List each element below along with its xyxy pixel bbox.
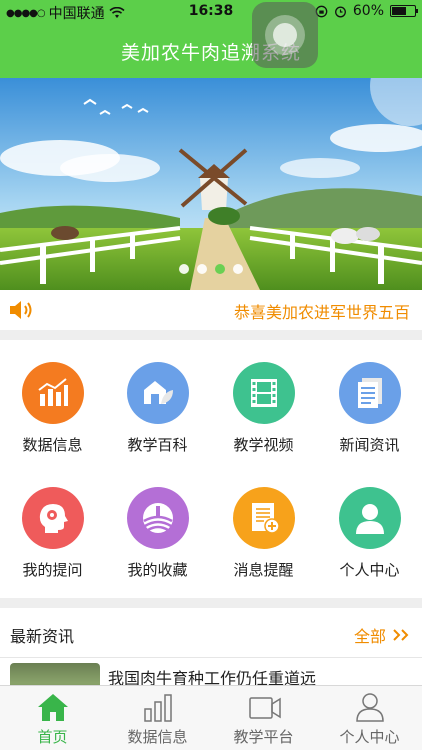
home-icon xyxy=(38,694,68,721)
grid-item-label: 教学百科 xyxy=(127,436,188,454)
tab-label: 数据信息 xyxy=(127,728,188,746)
status-right: 60% xyxy=(315,3,418,19)
tab-label: 教学平台 xyxy=(233,728,294,746)
section-divider xyxy=(0,330,422,340)
feature-grid: 数据信息 教学百科 教学视频 新闻资讯 我的提问 我的收藏 消息提醒 个人中心 xyxy=(0,340,422,598)
double-chevron-right-icon xyxy=(393,629,409,641)
section-divider xyxy=(0,598,422,608)
user-icon xyxy=(339,487,401,549)
grid-item-personal-center[interactable]: 个人中心 xyxy=(317,465,422,590)
tab-label: 首页 xyxy=(37,728,68,746)
tab-teaching-platform[interactable]: 教学平台 xyxy=(211,686,316,750)
pager-dot-active[interactable] xyxy=(215,264,225,274)
tab-label: 个人中心 xyxy=(339,728,400,746)
grid-item-news[interactable]: 新闻资讯 xyxy=(317,340,422,465)
news-all-label: 全部 xyxy=(353,627,386,646)
title-bar: 美加农牛肉追溯系统 xyxy=(0,24,422,78)
person-icon xyxy=(356,693,384,722)
field-icon xyxy=(127,487,189,549)
news-header: 最新资讯 全部 xyxy=(0,608,422,658)
news-heading: 最新资讯 xyxy=(10,627,75,646)
grid-item-data-info[interactable]: 数据信息 xyxy=(0,340,105,465)
page-title: 美加农牛肉追溯系统 xyxy=(120,42,301,64)
bar-chart-icon xyxy=(22,362,84,424)
assistive-touch-button[interactable] xyxy=(252,2,318,68)
bar-chart-icon xyxy=(144,694,172,722)
pager-dot[interactable] xyxy=(197,264,207,274)
battery-percent: 60% xyxy=(352,3,384,19)
status-bar: ●●●●○ 中国联通 16:38 60% xyxy=(0,0,422,24)
grid-item-label: 新闻资讯 xyxy=(339,436,400,454)
farm-house-icon xyxy=(127,362,189,424)
video-camera-icon xyxy=(249,697,281,719)
grid-item-videos[interactable]: 教学视频 xyxy=(211,340,316,465)
grid-item-label: 数据信息 xyxy=(22,436,83,454)
banner-pager[interactable] xyxy=(0,264,422,274)
document-icon xyxy=(339,362,401,424)
grid-item-label: 个人中心 xyxy=(339,561,400,579)
tab-personal-center[interactable]: 个人中心 xyxy=(317,686,422,750)
grid-item-my-questions[interactable]: 我的提问 xyxy=(0,465,105,590)
grid-item-label: 我的提问 xyxy=(22,561,83,579)
news-all-link[interactable]: 全部 xyxy=(354,623,412,647)
alarm-icon xyxy=(334,6,346,17)
grid-item-label: 消息提醒 xyxy=(233,561,294,579)
banner-carousel[interactable] xyxy=(0,78,422,290)
speaker-icon xyxy=(10,301,32,319)
notice-text: 恭喜美加农进军世界五百 xyxy=(234,303,411,322)
tab-data-info[interactable]: 数据信息 xyxy=(105,686,210,750)
pager-dot[interactable] xyxy=(179,264,189,274)
head-gear-icon xyxy=(22,487,84,549)
note-plus-icon xyxy=(233,487,295,549)
pager-dot[interactable] xyxy=(233,264,243,274)
tab-home[interactable]: 首页 xyxy=(0,686,105,750)
grid-item-encyclopedia[interactable]: 教学百科 xyxy=(105,340,210,465)
banner-image xyxy=(0,78,422,290)
notice-bar[interactable]: 恭喜美加农进军世界五百 xyxy=(0,290,422,330)
grid-item-label: 教学视频 xyxy=(233,436,294,454)
grid-item-favorites[interactable]: 我的收藏 xyxy=(105,465,210,590)
battery-icon xyxy=(390,5,418,17)
tab-bar: 首页 数据信息 教学平台 个人中心 xyxy=(0,685,422,750)
film-icon xyxy=(233,362,295,424)
grid-item-label: 我的收藏 xyxy=(127,561,188,579)
grid-item-notifications[interactable]: 消息提醒 xyxy=(211,465,316,590)
